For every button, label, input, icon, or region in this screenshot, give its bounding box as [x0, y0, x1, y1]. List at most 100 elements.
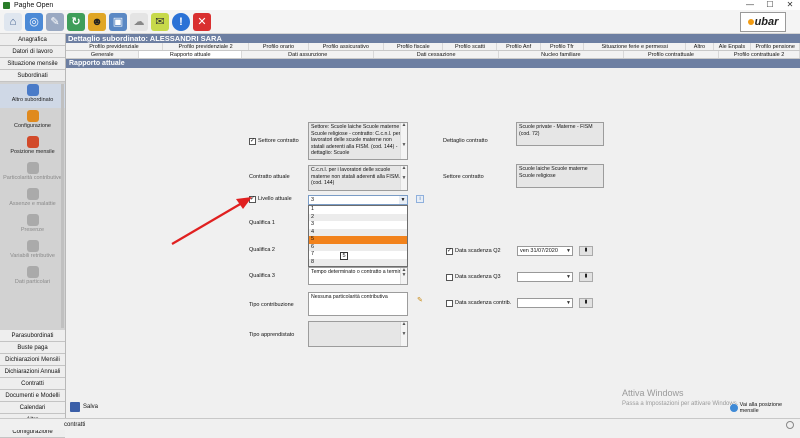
sidebar-tool-posizione-mensile[interactable]: Posizione mensile	[0, 136, 65, 160]
sidebar-tools-panel: Altro subordinato Configurazione Posizione…	[0, 82, 65, 330]
livello-option[interactable]: 2	[309, 213, 407, 221]
sidebar-tool-label: Variabili retributive	[10, 253, 55, 259]
livello-attuale-combo[interactable]: 3 ▼	[308, 195, 408, 205]
tab-rapporto-attuale[interactable]: Rapporto attuale	[139, 51, 243, 58]
contratto-scrollbar[interactable]: ▲ ▼	[400, 166, 407, 190]
livello-option[interactable]: 6	[309, 243, 407, 251]
close-window-button[interactable]: ✕	[780, 0, 800, 10]
sidebar-item-contratti[interactable]: Contratti	[0, 378, 65, 390]
tab-dati-cessazione[interactable]: Dati cessazione	[374, 51, 500, 58]
qualifica-3-scrollbar[interactable]: ▲ ▼	[400, 268, 407, 284]
apprendistato-scrollbar[interactable]: ▲ ▼	[400, 322, 407, 346]
close-icon[interactable]: ✕	[193, 12, 211, 31]
sidebar-item-situazione-mensile[interactable]: Situazione mensile	[0, 58, 65, 70]
edit-contribuzione-icon[interactable]: ✎	[416, 297, 424, 306]
data-scadenza-q2-checkbox[interactable]: ✓	[446, 248, 453, 255]
chevron-down-icon[interactable]: ▼	[565, 273, 572, 281]
tipo-contribuzione-field[interactable]: Nessuna particolarità contributiva	[308, 292, 408, 316]
sidebar-item-dichiarazioni-mensili[interactable]: Dichiarazioni Mensili	[0, 354, 65, 366]
tab-profilo-anf[interactable]: Profilo Anf	[497, 43, 541, 50]
tab-profilo-pensione[interactable]: Profilo pensione	[751, 43, 800, 50]
sidebar-tool-configurazione[interactable]: Configurazione	[0, 110, 65, 134]
sidebar-item-buste-paga[interactable]: Buste paga	[0, 342, 65, 354]
livello-option[interactable]: 1	[309, 206, 407, 214]
sidebar-item-dichiarazioni-annuali[interactable]: Dichiarazioni Annuali	[0, 366, 65, 378]
notes-icon[interactable]: ✉	[151, 12, 169, 31]
data-scadenza-q2-value: ven 31/07/2020	[520, 248, 558, 254]
title-bar: Paghe Open — ☐ ✕	[0, 0, 800, 10]
settore-scrollbar[interactable]: ▲ ▼	[400, 123, 407, 159]
data-scadenza-contrib-checkbox[interactable]	[446, 300, 453, 307]
livello-option[interactable]: 4	[309, 228, 407, 236]
dettaglio-contratto-label: Dettaglio contratto	[443, 138, 488, 144]
chevron-down-icon[interactable]: ▼	[399, 196, 407, 204]
contrib-calendar-button[interactable]: ▮	[579, 298, 593, 308]
tab-profilo-contrattuale-2[interactable]: Profilo contrattuale 2	[719, 51, 800, 58]
data-scadenza-q3-checkbox[interactable]	[446, 274, 453, 281]
company-logo: ubar	[740, 12, 786, 32]
sidebar-item-calendari[interactable]: Calendari	[0, 402, 65, 414]
tipo-contribuzione-label: Tipo contribuzione	[249, 302, 294, 308]
livello-option[interactable]: 5	[309, 236, 407, 244]
livello-option[interactable]: 8	[309, 258, 407, 266]
data-scadenza-q3-picker[interactable]: ▼	[517, 272, 573, 282]
chevron-down-icon[interactable]: ▼	[565, 247, 572, 255]
network-icon[interactable]: ◎	[25, 12, 43, 31]
contratto-attuale-field[interactable]: C.c.n.l. per i lavoratori delle scuole m…	[308, 165, 408, 191]
tabs-row-2: Generale Rapporto attuale Dati assunzione D…	[66, 51, 800, 59]
tab-profilo-assicurativo[interactable]: Profilo assicurativo	[309, 43, 385, 50]
sidebar-item-documenti-e-modelli[interactable]: Documenti e Modelli	[0, 390, 65, 402]
contratto-attuale-label: Contratto attuale	[249, 174, 290, 180]
livello-option[interactable]: 7	[309, 251, 407, 259]
tab-generale[interactable]: Generale	[66, 51, 140, 58]
tab-profilo-previdenziale[interactable]: Profilo previdenziale	[66, 43, 163, 50]
sidebar-tool-variabili-retributive: Variabili retributive	[0, 240, 65, 264]
settore-contratto-2-value: Scuole laiche Scuole materne Scuole reli…	[519, 166, 588, 179]
settore-contratto-field[interactable]: Settore: Scuole laiche Scuole materne Sc…	[308, 122, 408, 160]
tab-profilo-previdenziale-2[interactable]: Profilo previdenziale 2	[163, 43, 250, 50]
tab-profilo-scatti[interactable]: Profilo scatti	[443, 43, 498, 50]
tab-situazione-ferie-e-permessi[interactable]: Situazione ferie e permessi	[584, 43, 687, 50]
tab-profilo-fiscale[interactable]: Profilo fiscale	[384, 43, 444, 50]
dettaglio-contratto-field: Scuole private - Materne - FISM (cod. 72…	[516, 122, 604, 146]
sidebar-item-datori-di-lavoro[interactable]: Datori di lavoro	[0, 46, 65, 58]
agent-icon[interactable]: ☻	[88, 12, 106, 31]
tab-nucleo-familiare[interactable]: Nucleo familiare	[499, 51, 624, 58]
dettaglio-contratto-value: Scuole private - Materne - FISM (cod. 72…	[519, 124, 593, 137]
tab-altro[interactable]: Altro	[686, 43, 714, 50]
livello-dropdown-list[interactable]: 12345678	[308, 205, 408, 267]
q2-calendar-button[interactable]: ▮	[579, 246, 593, 256]
data-scadenza-contrib-picker[interactable]: ▼	[517, 298, 573, 308]
sidebar-tool-altro-subordinato[interactable]: Altro subordinato	[0, 84, 65, 108]
tipo-apprendistato-field[interactable]: ▲ ▼	[308, 321, 408, 347]
info-icon[interactable]: !	[172, 12, 190, 31]
tab-profilo-contrattuale[interactable]: Profilo contrattuale	[624, 51, 720, 58]
window-title: Paghe Open	[14, 1, 54, 9]
tools-icon[interactable]: ✎	[46, 12, 64, 31]
tab-profilo-orario[interactable]: Profilo orario	[249, 43, 309, 50]
q3-calendar-button[interactable]: ▮	[579, 272, 593, 282]
detail-title: Dettaglio subordinato: ALESSANDRI SARA	[66, 34, 800, 43]
sidebar-item-subordinati[interactable]: Subordinati	[0, 70, 65, 82]
sidebar-item-anagrafica[interactable]: Anagrafica	[0, 34, 65, 46]
tabs-row-1: Profilo previdenziale Profilo previdenzia…	[66, 43, 800, 51]
goto-monthly-position-button[interactable]: Vai alla posizione mensile	[730, 402, 800, 414]
settore-contratto-checkbox[interactable]: ✓	[249, 138, 256, 145]
tab-profilo-tfr[interactable]: Profilo Tfr	[541, 43, 585, 50]
monitor-icon[interactable]: ▣	[109, 12, 127, 31]
home-icon[interactable]: ⌂	[4, 12, 22, 31]
livello-info-button[interactable]: i	[416, 195, 424, 203]
maximize-button[interactable]: ☐	[760, 0, 780, 10]
sidebar-scrollbar[interactable]	[61, 84, 64, 328]
livello-option[interactable]: 3	[309, 221, 407, 229]
sync-icon[interactable]: ↻	[67, 12, 85, 31]
qualifica-3-field[interactable]: Tempo determinato o contratto a termine …	[308, 267, 408, 285]
minimize-button[interactable]: —	[740, 0, 760, 10]
cloud-icon[interactable]: ☁	[130, 12, 148, 31]
save-button[interactable]: Salva	[70, 402, 98, 412]
sidebar-item-parasubordinati[interactable]: Parasubordinati	[0, 330, 65, 342]
data-scadenza-q2-picker[interactable]: ven 31/07/2020 ▼	[517, 246, 573, 256]
chevron-down-icon[interactable]: ▼	[565, 299, 572, 307]
tab-dati-assunzione[interactable]: Dati assunzione	[242, 51, 375, 58]
tab-ale-enpals[interactable]: Ale Enpals	[714, 43, 752, 50]
